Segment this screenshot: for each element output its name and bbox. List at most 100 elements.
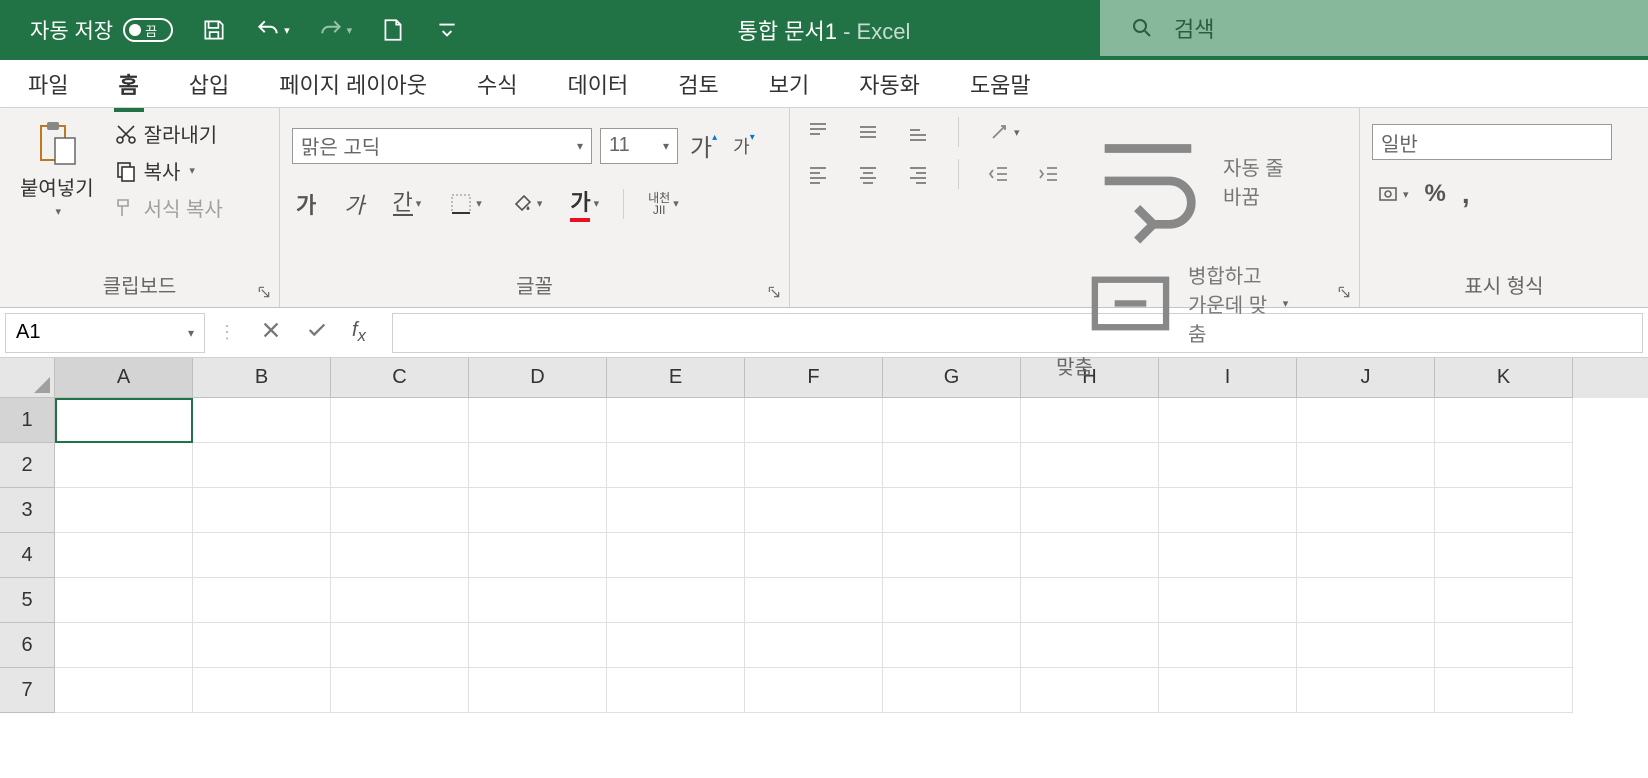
cell[interactable] (1159, 578, 1297, 623)
decrease-indent-button[interactable] (983, 158, 1015, 190)
italic-button[interactable]: 가 (340, 184, 368, 224)
cell[interactable] (1159, 398, 1297, 443)
tab-review[interactable]: 검토 (672, 64, 724, 104)
cell[interactable] (331, 443, 469, 488)
align-middle-button[interactable] (852, 116, 884, 148)
cell[interactable] (883, 398, 1021, 443)
cell[interactable] (1297, 443, 1435, 488)
align-top-button[interactable] (802, 116, 834, 148)
cell[interactable] (1435, 668, 1573, 713)
name-box-handle[interactable]: ⋮ (210, 322, 244, 343)
percent-button[interactable]: % (1421, 176, 1450, 212)
cell[interactable] (469, 488, 607, 533)
cell[interactable] (883, 578, 1021, 623)
select-all-corner[interactable] (0, 358, 55, 398)
cell[interactable] (745, 623, 883, 668)
cell[interactable] (331, 578, 469, 623)
customize-qat-button[interactable] (434, 17, 460, 43)
cell[interactable] (55, 533, 193, 578)
font-size-combo[interactable]: 11 ▾ (600, 128, 678, 164)
save-button[interactable] (201, 17, 227, 43)
cell[interactable] (469, 398, 607, 443)
column-header-b[interactable]: B (193, 358, 331, 398)
cell[interactable] (1159, 623, 1297, 668)
cell[interactable] (883, 623, 1021, 668)
tab-automate[interactable]: 자동화 (853, 64, 926, 104)
cell[interactable] (469, 533, 607, 578)
redo-button[interactable]: ▾ (318, 17, 353, 43)
cell[interactable] (745, 533, 883, 578)
cell[interactable] (1021, 623, 1159, 668)
cell[interactable] (193, 443, 331, 488)
paste-button[interactable]: 붙여넣기 ▾ (12, 116, 102, 222)
column-header-c[interactable]: C (331, 358, 469, 398)
align-bottom-button[interactable] (902, 116, 934, 148)
form-button[interactable] (380, 17, 406, 43)
copy-button[interactable]: 복사 ▾ (110, 153, 227, 188)
cell[interactable] (1297, 668, 1435, 713)
cell[interactable] (607, 623, 745, 668)
cell[interactable] (883, 668, 1021, 713)
cell[interactable] (883, 533, 1021, 578)
cell[interactable] (331, 623, 469, 668)
cell[interactable] (1297, 488, 1435, 533)
cell[interactable] (1435, 443, 1573, 488)
align-right-button[interactable] (902, 158, 934, 190)
cell[interactable] (193, 623, 331, 668)
alignment-dialog-launcher[interactable] (1337, 285, 1353, 301)
row-header-7[interactable]: 7 (0, 668, 55, 713)
cell[interactable] (607, 578, 745, 623)
cell[interactable] (1297, 578, 1435, 623)
border-button[interactable]: ▾ (445, 188, 486, 220)
cell[interactable] (55, 443, 193, 488)
insert-function-button[interactable]: fx (352, 319, 366, 346)
column-header-e[interactable]: E (607, 358, 745, 398)
autosave-toggle[interactable]: 자동 저장 끔 (30, 15, 173, 45)
cell[interactable] (469, 443, 607, 488)
cell[interactable] (331, 398, 469, 443)
tab-data[interactable]: 데이터 (562, 64, 635, 104)
row-header-1[interactable]: 1 (0, 398, 55, 443)
cell[interactable] (745, 668, 883, 713)
cell[interactable] (55, 623, 193, 668)
name-box[interactable]: A1 ▾ (5, 313, 205, 353)
cell[interactable] (1159, 533, 1297, 578)
cell[interactable] (883, 443, 1021, 488)
tab-help[interactable]: 도움말 (964, 64, 1037, 104)
cell[interactable] (1159, 488, 1297, 533)
font-color-button[interactable]: 가 ▾ (566, 181, 603, 226)
accounting-format-button[interactable]: ▾ (1372, 178, 1413, 210)
tab-insert[interactable]: 삽입 (183, 64, 235, 104)
font-name-combo[interactable]: 맑은 고딕 ▾ (292, 128, 592, 164)
cut-button[interactable]: 잘라내기 (110, 116, 227, 151)
phonetic-guide-button[interactable]: 내천 JII ▾ (644, 188, 683, 220)
align-center-button[interactable] (852, 158, 884, 190)
bold-button[interactable]: 가 (292, 184, 320, 224)
cell[interactable] (1297, 623, 1435, 668)
cell[interactable] (607, 398, 745, 443)
cell[interactable] (1435, 623, 1573, 668)
cell[interactable] (1435, 533, 1573, 578)
underline-button[interactable]: 간▾ (389, 188, 426, 220)
orientation-button[interactable]: ▾ (983, 116, 1024, 148)
cell[interactable] (1159, 443, 1297, 488)
enter-formula-button[interactable] (306, 319, 328, 346)
cell[interactable] (1435, 578, 1573, 623)
increase-indent-button[interactable] (1033, 158, 1065, 190)
cell[interactable] (1435, 398, 1573, 443)
cell[interactable] (1021, 668, 1159, 713)
cancel-formula-button[interactable] (260, 319, 282, 346)
cell[interactable] (469, 668, 607, 713)
fill-color-button[interactable]: ▾ (506, 188, 547, 220)
row-header-2[interactable]: 2 (0, 443, 55, 488)
tab-view[interactable]: 보기 (763, 64, 815, 104)
tab-file[interactable]: 파일 (22, 64, 74, 104)
cell[interactable] (55, 668, 193, 713)
merge-center-button[interactable]: 병합하고 가운데 맞춤 ▾ (1083, 256, 1288, 351)
number-format-combo[interactable]: 일반 (1372, 124, 1612, 160)
format-painter-button[interactable]: 서식 복사 (110, 190, 227, 225)
decrease-font-button[interactable]: 가▾ (729, 129, 759, 163)
comma-button[interactable]: , (1458, 174, 1474, 214)
autosave-switch[interactable]: 끔 (123, 18, 173, 42)
cell[interactable] (607, 533, 745, 578)
